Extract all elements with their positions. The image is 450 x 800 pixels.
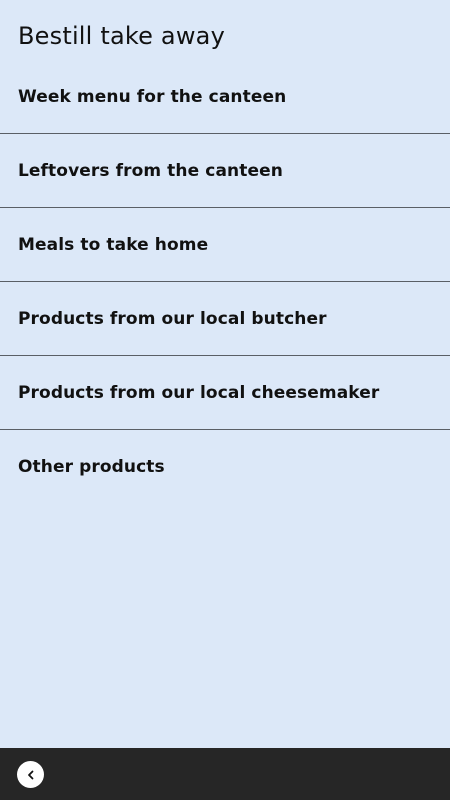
bottom-bar [0, 748, 450, 800]
list-item-leftovers[interactable]: Leftovers from the canteen [0, 134, 450, 208]
list-item-week-menu[interactable]: Week menu for the canteen [0, 60, 450, 134]
list-item-butcher-products[interactable]: Products from our local butcher [0, 282, 450, 356]
list-item-meals-take-home[interactable]: Meals to take home [0, 208, 450, 282]
list-item-other-products[interactable]: Other products [0, 430, 450, 504]
list-item-label: Other products [18, 457, 165, 477]
chevron-left-icon [25, 769, 37, 781]
list-item-cheesemaker-products[interactable]: Products from our local cheesemaker [0, 356, 450, 430]
category-list: Week menu for the canteen Leftovers from… [0, 60, 450, 504]
list-item-label: Leftovers from the canteen [18, 160, 283, 181]
list-item-label: Products from our local butcher [18, 308, 327, 329]
list-item-label: Meals to take home [18, 234, 209, 255]
page-title: Bestill take away [18, 22, 225, 50]
list-item-label: Week menu for the canteen [18, 86, 287, 107]
back-button[interactable] [17, 761, 44, 788]
list-item-label: Products from our local cheesemaker [18, 382, 380, 403]
